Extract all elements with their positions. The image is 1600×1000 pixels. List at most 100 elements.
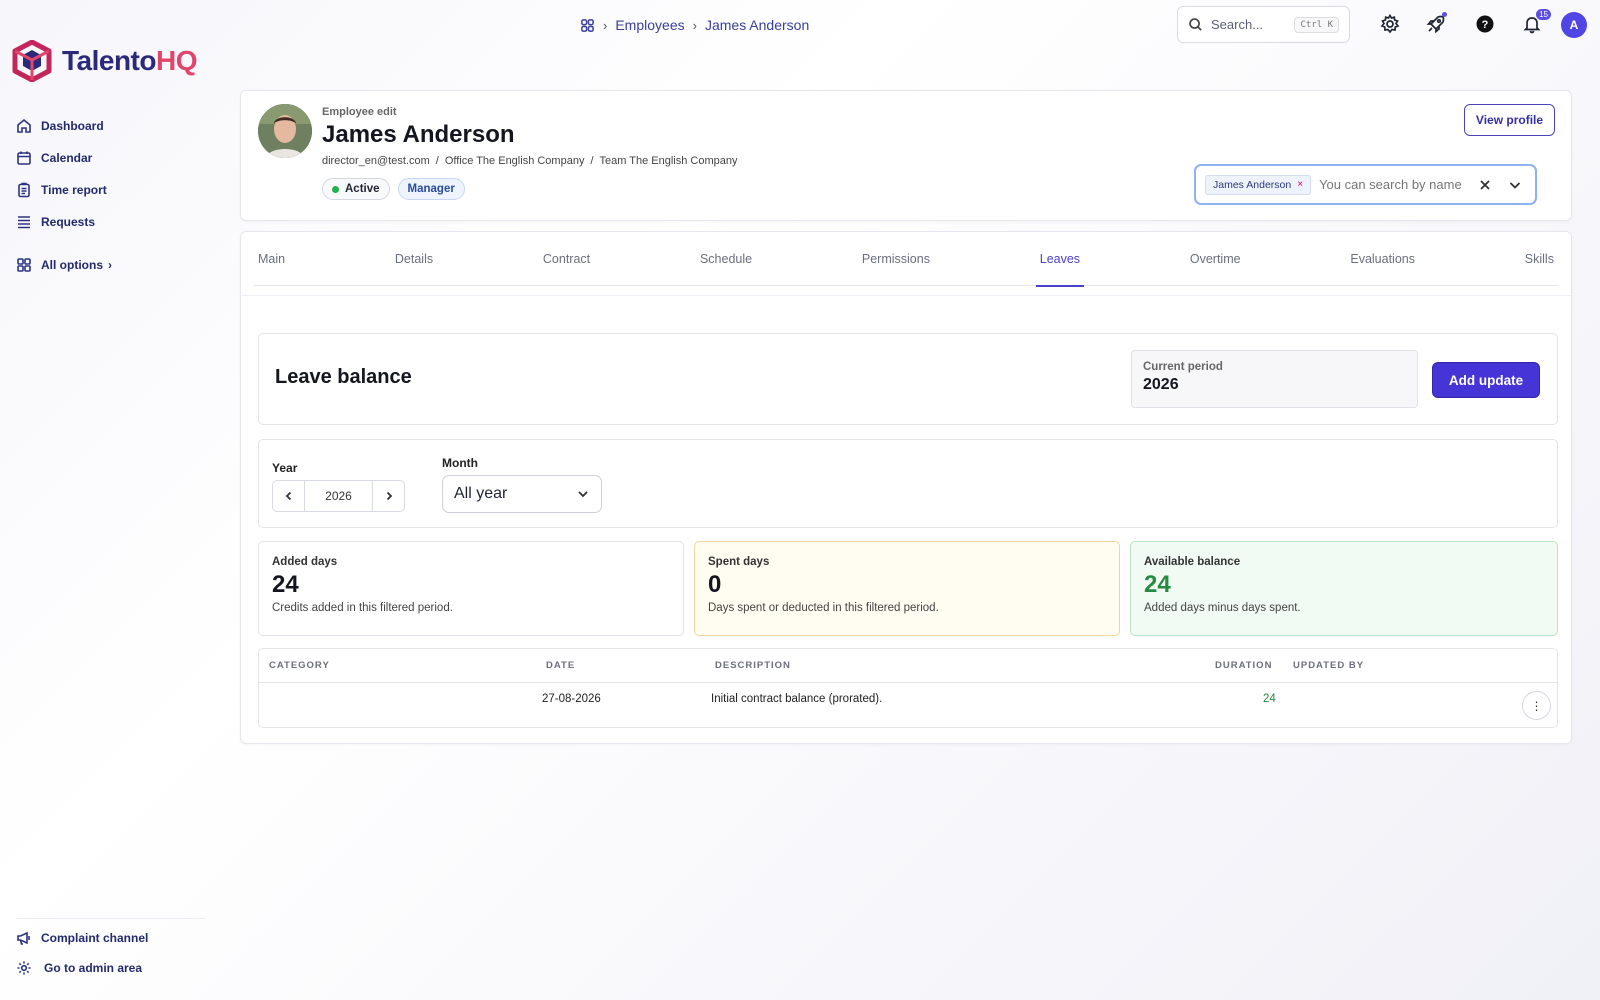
sidebar-item-label: Calendar xyxy=(41,151,93,165)
sidebar-item-dashboard[interactable]: Dashboard xyxy=(16,110,206,142)
stat-label: Added days xyxy=(272,556,338,568)
help-icon: ? xyxy=(1476,15,1494,33)
employee-search-input[interactable] xyxy=(1319,177,1470,192)
employee-photo xyxy=(258,104,312,158)
row-actions-button[interactable]: ⋮ xyxy=(1522,691,1551,720)
tab-main[interactable]: Main xyxy=(254,232,289,286)
sidebar-item-admin-area[interactable]: Go to admin area xyxy=(16,953,206,983)
leave-balance-panel: Leave balance Current period 2026 Add up… xyxy=(258,333,1558,425)
apps-grid-icon[interactable] xyxy=(580,18,595,33)
tab-overtime[interactable]: Overtime xyxy=(1186,232,1245,286)
status-dot xyxy=(332,185,339,193)
rocket-button[interactable] xyxy=(1424,12,1448,36)
tab-permissions[interactable]: Permissions xyxy=(858,232,934,286)
year-prev-button[interactable] xyxy=(273,481,304,511)
status-badge: Active xyxy=(322,178,390,200)
year-next-button[interactable] xyxy=(373,481,404,511)
sidebar-item-label: Requests xyxy=(41,215,96,229)
sidebar: TalentoHQ Dashboard Calendar Time report… xyxy=(0,0,206,1000)
calendar-icon xyxy=(17,151,31,165)
month-label: Month xyxy=(442,456,478,470)
breadcrumb-employees[interactable]: Employees xyxy=(615,17,684,33)
employee-header-card: Employee edit James Anderson director_en… xyxy=(240,90,1572,221)
sidebar-item-calendar[interactable]: Calendar xyxy=(16,142,206,174)
megaphone-icon xyxy=(17,931,30,945)
column-header-description: DESCRIPTION xyxy=(715,660,791,671)
employee-email: director_en@test.com xyxy=(322,155,430,167)
sidebar-item-requests[interactable]: Requests xyxy=(16,206,206,238)
chevron-left-icon xyxy=(285,491,291,501)
filters-panel: Year 2026 Month All year xyxy=(258,439,1558,528)
column-header-updated-by: UPDATED BY xyxy=(1293,660,1365,671)
stat-label: Spent days xyxy=(708,556,770,568)
stat-value: 24 xyxy=(1144,571,1171,598)
search-shortcut: Ctrl K xyxy=(1294,16,1339,33)
chip-remove-icon[interactable]: × xyxy=(1297,179,1303,190)
employee-meta: director_en@test.com / Office The Englis… xyxy=(322,155,738,167)
sidebar-item-complaint-channel[interactable]: Complaint channel xyxy=(16,923,206,953)
add-update-button[interactable]: Add update xyxy=(1432,362,1540,398)
tab-skills[interactable]: Skills xyxy=(1521,232,1558,286)
employee-name: James Anderson xyxy=(322,121,515,148)
tab-leaves[interactable]: Leaves xyxy=(1035,232,1085,287)
chevron-down-icon[interactable] xyxy=(1507,177,1523,193)
employee-selector[interactable]: James Anderson × xyxy=(1194,164,1537,205)
stat-label: Available balance xyxy=(1144,556,1241,568)
breadcrumb-current[interactable]: James Anderson xyxy=(705,17,809,33)
user-avatar[interactable]: A xyxy=(1561,12,1587,38)
column-header-category: CATEGORY xyxy=(269,660,330,671)
selected-employee-chip[interactable]: James Anderson × xyxy=(1205,174,1312,195)
leaves-card: Main Details Contract Schedule Permissio… xyxy=(240,231,1572,744)
month-select[interactable]: All year xyxy=(442,475,602,513)
year-value[interactable]: 2026 xyxy=(304,481,373,511)
more-vertical-icon: ⋮ xyxy=(1530,698,1543,713)
sidebar-nav: Dashboard Calendar Time report Requests … xyxy=(16,110,206,281)
chevron-right-icon: › xyxy=(692,17,697,33)
logo-cube-icon xyxy=(12,40,52,82)
divider xyxy=(241,295,1571,296)
sidebar-item-time-report[interactable]: Time report xyxy=(16,174,206,206)
month-select-value: All year xyxy=(454,485,508,502)
settings-button[interactable] xyxy=(1378,12,1402,36)
cell-description: Initial contract balance (prorated). xyxy=(711,693,883,705)
column-header-duration: DURATION xyxy=(1215,660,1273,671)
breadcrumb: › Employees › James Anderson xyxy=(580,14,809,36)
clipboard-icon xyxy=(18,182,30,198)
tab-evaluations[interactable]: Evaluations xyxy=(1346,232,1419,286)
year-stepper: 2026 xyxy=(272,480,405,512)
chip-label: James Anderson xyxy=(1213,178,1292,191)
logo[interactable]: TalentoHQ xyxy=(12,40,197,82)
search-placeholder: Search... xyxy=(1211,17,1264,32)
home-icon xyxy=(17,118,31,133)
column-header-date: DATE xyxy=(546,660,576,671)
year-label: Year xyxy=(272,461,298,475)
search-box[interactable]: Search... Ctrl K xyxy=(1177,6,1350,43)
view-profile-button[interactable]: View profile xyxy=(1464,104,1555,136)
cell-duration: 24 xyxy=(1263,693,1276,705)
stat-value: 0 xyxy=(708,571,722,598)
sidebar-bottom-nav: Complaint channel Go to admin area xyxy=(16,918,206,983)
chevron-right-icon xyxy=(386,491,392,501)
employee-badges: Active Manager xyxy=(322,178,465,200)
chevron-right-icon: › xyxy=(603,17,608,33)
svg-text:?: ? xyxy=(1482,19,1489,31)
cell-date: 27-08-2026 xyxy=(542,693,601,705)
employee-office: Office The English Company xyxy=(444,155,585,167)
page-kicker: Employee edit xyxy=(322,106,397,118)
tab-details[interactable]: Details xyxy=(391,232,437,286)
sidebar-item-all-options[interactable]: All options › xyxy=(16,249,206,281)
meta-separator: / xyxy=(590,155,594,167)
tab-schedule[interactable]: Schedule xyxy=(696,232,756,286)
rocket-indicator xyxy=(1442,12,1447,17)
employee-team: Team The English Company xyxy=(599,155,738,167)
notifications-button[interactable]: 15 xyxy=(1520,9,1551,36)
section-title: Leave balance xyxy=(275,366,412,388)
help-button[interactable]: ? xyxy=(1473,12,1497,36)
clear-icon[interactable] xyxy=(1477,177,1493,193)
stat-description: Added days minus days spent. xyxy=(1144,602,1301,614)
search-icon xyxy=(1189,18,1202,31)
tab-contract[interactable]: Contract xyxy=(539,232,594,286)
list-icon xyxy=(18,216,30,229)
sidebar-item-label: Dashboard xyxy=(41,119,104,133)
current-period-label: Current period xyxy=(1143,361,1223,373)
